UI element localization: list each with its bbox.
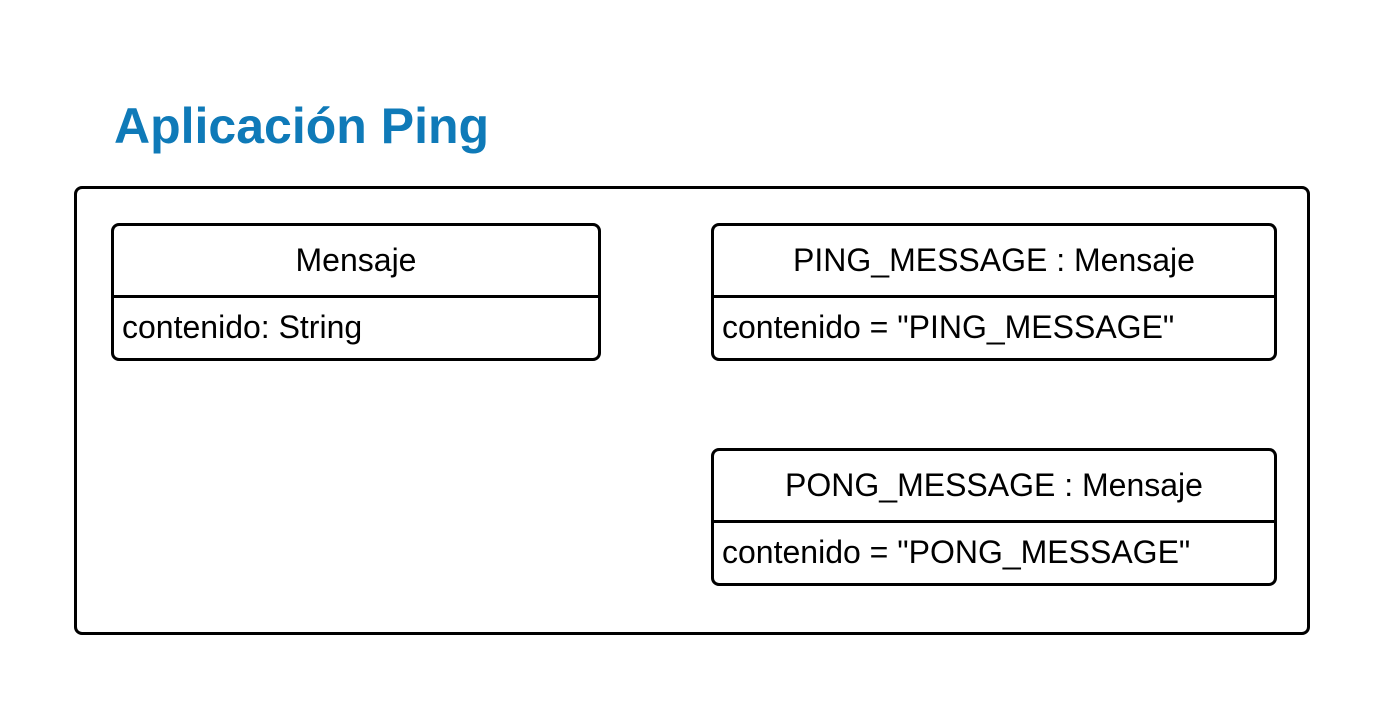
object-attribute: contenido = "PONG_MESSAGE" xyxy=(722,533,1191,570)
class-attribute: contenido: String xyxy=(122,308,363,345)
object-box-pong-message: PONG_MESSAGE : Mensaje contenido = "PONG… xyxy=(711,448,1277,586)
object-name: PING_MESSAGE : Mensaje xyxy=(714,226,1274,298)
object-name: PONG_MESSAGE : Mensaje xyxy=(714,451,1274,523)
class-name: Mensaje xyxy=(114,226,598,298)
object-attribute: contenido = "PING_MESSAGE" xyxy=(722,308,1175,345)
class-box-mensaje: Mensaje contenido: String xyxy=(111,223,601,361)
diagram-title: Aplicación Ping xyxy=(114,98,490,154)
object-box-ping-message: PING_MESSAGE : Mensaje contenido = "PING… xyxy=(711,223,1277,361)
